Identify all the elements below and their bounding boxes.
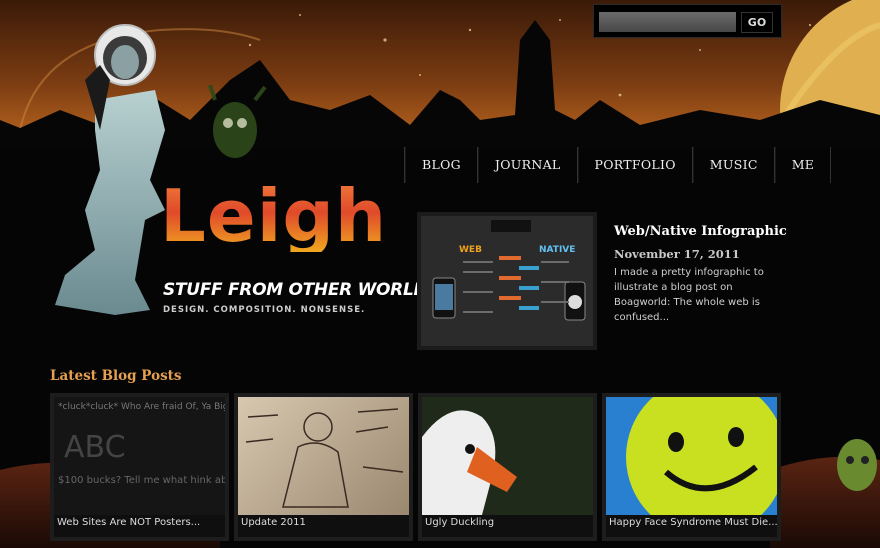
post-caption: Update 2011 (241, 517, 306, 528)
alien-right (837, 439, 877, 491)
post-thumbnail (606, 397, 777, 515)
featured-thumbnail[interactable]: WEB NATIVE (417, 212, 597, 350)
post-image-text: ABC (64, 430, 126, 465)
post-thumbnail (422, 397, 593, 515)
post-image-text: $100 bucks? Tell me what hink about me. (58, 475, 225, 486)
post-caption: Web Sites Are NOT Posters... (57, 517, 201, 528)
main-nav: BLOG JOURNAL PORTFOLIO MUSIC ME (404, 147, 832, 183)
search-box: GO (593, 4, 782, 38)
nav-me[interactable]: ME (774, 147, 832, 183)
featured-title[interactable]: Web/Native Infographic (614, 224, 787, 239)
post-card[interactable]: Ugly Duckling (418, 393, 597, 541)
featured-date: November 17, 2011 (614, 247, 740, 261)
post-caption: Happy Face Syndrome Must Die... (609, 517, 778, 528)
site-logo[interactable]: Leigh (160, 180, 387, 252)
post-caption: Ugly Duckling (425, 517, 495, 528)
infographic-image: WEB NATIVE (421, 216, 593, 346)
search-input[interactable] (599, 12, 736, 32)
post-card[interactable]: Update 2011 (234, 393, 413, 541)
latest-posts-heading: Latest Blog Posts (50, 368, 182, 384)
post-card[interactable]: *cluck*cluck* Who Are fraid Of, Ya Big C… (50, 393, 229, 541)
search-go-button[interactable]: GO (741, 12, 773, 33)
site-tagline: STUFF FROM OTHER WORLDS (163, 280, 440, 300)
post-card[interactable]: Happy Face Syndrome Must Die... (602, 393, 781, 541)
post-thumbnail: *cluck*cluck* Who Are fraid Of, Ya Big C… (54, 397, 225, 515)
nav-portfolio[interactable]: PORTFOLIO (577, 147, 693, 183)
featured-excerpt: I made a pretty infographic to illustrat… (614, 267, 764, 323)
infographic-native-label: NATIVE (539, 245, 575, 255)
nav-music[interactable]: MUSIC (692, 147, 775, 183)
post-thumbnail (238, 397, 409, 515)
post-image-text: *cluck*cluck* Who Are fraid Of, Ya Big C… (58, 402, 225, 412)
nav-journal[interactable]: JOURNAL (477, 147, 578, 183)
nav-blog[interactable]: BLOG (405, 147, 478, 183)
site-subtagline: DESIGN. COMPOSITION. NONSENSE. (163, 305, 366, 315)
infographic-web-label: WEB (459, 245, 482, 255)
